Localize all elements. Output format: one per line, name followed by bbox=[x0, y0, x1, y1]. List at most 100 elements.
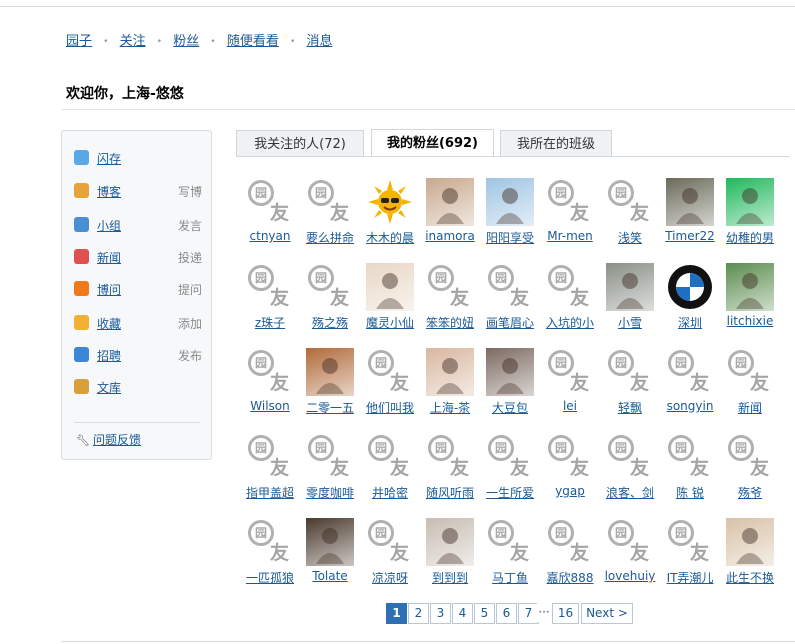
page-link[interactable]: 3 bbox=[430, 603, 451, 624]
nav-fensi[interactable]: 粉丝 bbox=[173, 34, 199, 49]
user-avatar-photo[interactable] bbox=[366, 263, 414, 311]
follower-name-link[interactable]: 凉凉呀 bbox=[362, 569, 418, 586]
follower-name-link[interactable]: 阳阳享受 bbox=[482, 229, 538, 246]
default-avatar[interactable]: 园友 bbox=[666, 518, 714, 566]
page-next-button[interactable]: Next > bbox=[581, 603, 633, 624]
follower-name-link[interactable]: 浪客、剑 bbox=[602, 484, 658, 501]
default-avatar[interactable]: 园友 bbox=[726, 348, 774, 396]
default-avatar[interactable]: 园友 bbox=[366, 433, 414, 481]
user-avatar-photo[interactable] bbox=[486, 178, 534, 226]
default-avatar[interactable]: 园友 bbox=[366, 348, 414, 396]
default-avatar[interactable]: 园友 bbox=[606, 178, 654, 226]
user-avatar-photo[interactable] bbox=[486, 348, 534, 396]
default-avatar[interactable]: 园友 bbox=[726, 433, 774, 481]
sidebar-item-action[interactable]: 添加 bbox=[178, 315, 202, 332]
default-avatar[interactable]: 园友 bbox=[246, 518, 294, 566]
user-avatar-photo[interactable] bbox=[426, 178, 474, 226]
follower-name-link[interactable]: 笨笨的妞 bbox=[422, 314, 478, 331]
follower-name-link[interactable]: 到到到 bbox=[422, 569, 478, 586]
default-avatar[interactable]: 园友 bbox=[306, 433, 354, 481]
follower-name-link[interactable]: 二零一五 bbox=[302, 399, 358, 416]
page-last[interactable]: 16 bbox=[552, 603, 579, 624]
default-avatar[interactable]: 园友 bbox=[486, 518, 534, 566]
follower-name-link[interactable]: Timer22 bbox=[662, 229, 718, 243]
default-avatar[interactable]: 园友 bbox=[606, 433, 654, 481]
follower-name-link[interactable]: 零度咖啡 bbox=[302, 484, 358, 501]
follower-name-link[interactable]: 殇之殇 bbox=[302, 314, 358, 331]
default-avatar[interactable]: 园友 bbox=[306, 178, 354, 226]
default-avatar[interactable]: 园友 bbox=[246, 263, 294, 311]
sidebar-item-action[interactable]: 提问 bbox=[178, 281, 202, 298]
follower-name-link[interactable]: Mr-men bbox=[542, 229, 598, 243]
tab-following[interactable]: 我关注的人(72) bbox=[236, 130, 364, 156]
default-avatar[interactable]: 园友 bbox=[546, 348, 594, 396]
follower-name-link[interactable]: 入坑的小 bbox=[542, 314, 598, 331]
sidebar-item-action[interactable]: 发言 bbox=[178, 217, 202, 234]
user-avatar-photo[interactable] bbox=[306, 348, 354, 396]
default-avatar[interactable]: 园友 bbox=[486, 433, 534, 481]
page-link[interactable]: 7 bbox=[518, 603, 539, 624]
default-avatar[interactable]: 园友 bbox=[246, 433, 294, 481]
default-avatar[interactable]: 园友 bbox=[606, 348, 654, 396]
nav-xiaoxi[interactable]: 消息 bbox=[306, 34, 332, 49]
follower-name-link[interactable]: z珠子 bbox=[242, 314, 298, 331]
follower-name-link[interactable]: 新闻 bbox=[722, 399, 778, 416]
sidebar-item-label[interactable]: 新闻 bbox=[97, 249, 121, 266]
follower-name-link[interactable]: Tolate bbox=[302, 569, 358, 583]
follower-name-link[interactable]: 嘉欣888 bbox=[542, 569, 598, 586]
follower-name-link[interactable]: 大豆包 bbox=[482, 399, 538, 416]
follower-name-link[interactable]: 此生不换 bbox=[722, 569, 778, 586]
sidebar-item-label[interactable]: 闪存 bbox=[97, 150, 121, 167]
default-avatar[interactable]: 园友 bbox=[546, 518, 594, 566]
user-avatar-photo[interactable] bbox=[726, 178, 774, 226]
default-avatar[interactable]: 园友 bbox=[246, 178, 294, 226]
avatar-bmw-logo[interactable] bbox=[666, 263, 714, 311]
follower-name-link[interactable]: 他们叫我 bbox=[362, 399, 418, 416]
default-avatar[interactable]: 园友 bbox=[246, 348, 294, 396]
follower-name-link[interactable]: Wilson bbox=[242, 399, 298, 413]
sidebar-item-label[interactable]: 小组 bbox=[97, 217, 121, 234]
follower-name-link[interactable]: IT弄潮儿 bbox=[662, 569, 718, 586]
nav-guanzhu[interactable]: 关注 bbox=[120, 34, 146, 49]
follower-name-link[interactable]: lovehuiy bbox=[602, 569, 658, 583]
user-avatar-photo[interactable] bbox=[726, 518, 774, 566]
follower-name-link[interactable]: inamora bbox=[422, 229, 478, 243]
nav-suibian[interactable]: 随便看看 bbox=[227, 34, 279, 49]
follower-name-link[interactable]: 木木的晨 bbox=[362, 229, 418, 246]
page-link[interactable]: 2 bbox=[408, 603, 429, 624]
user-avatar-photo[interactable] bbox=[606, 263, 654, 311]
follower-name-link[interactable]: ygap bbox=[542, 484, 598, 498]
feedback-link[interactable]: 🔧︎ 问题反馈 bbox=[76, 431, 141, 448]
follower-name-link[interactable]: 轻飘 bbox=[602, 399, 658, 416]
default-avatar[interactable]: 园友 bbox=[666, 348, 714, 396]
follower-name-link[interactable]: 陈 锐 bbox=[662, 484, 718, 501]
follower-name-link[interactable]: litchixie bbox=[722, 314, 778, 328]
user-avatar-photo[interactable] bbox=[306, 518, 354, 566]
follower-name-link[interactable]: songyin bbox=[662, 399, 718, 413]
nav-yuanzi[interactable]: 园子 bbox=[66, 34, 92, 49]
page-link[interactable]: 5 bbox=[474, 603, 495, 624]
default-avatar[interactable]: 园友 bbox=[666, 433, 714, 481]
follower-name-link[interactable]: 一匹孤狼 bbox=[242, 569, 298, 586]
default-avatar[interactable]: 园友 bbox=[366, 518, 414, 566]
user-avatar-photo[interactable] bbox=[726, 263, 774, 311]
sidebar-item-label[interactable]: 博问 bbox=[97, 281, 121, 298]
follower-name-link[interactable]: 画笔眉心 bbox=[482, 314, 538, 331]
follower-name-link[interactable]: 殇爷 bbox=[722, 484, 778, 501]
default-avatar[interactable]: 园友 bbox=[606, 518, 654, 566]
follower-name-link[interactable]: 深圳 bbox=[662, 314, 718, 331]
default-avatar[interactable]: 园友 bbox=[426, 433, 474, 481]
user-avatar-photo[interactable] bbox=[426, 518, 474, 566]
avatar-sun-image[interactable] bbox=[366, 178, 414, 226]
follower-name-link[interactable]: 要么拼命 bbox=[302, 229, 358, 246]
default-avatar[interactable]: 园友 bbox=[426, 263, 474, 311]
sidebar-item-label[interactable]: 文库 bbox=[97, 379, 121, 396]
default-avatar[interactable]: 园友 bbox=[546, 263, 594, 311]
sidebar-item-action[interactable]: 发布 bbox=[178, 347, 202, 364]
sidebar-item-label[interactable]: 收藏 bbox=[97, 315, 121, 332]
follower-name-link[interactable]: 指甲盖超 bbox=[242, 484, 298, 501]
follower-name-link[interactable]: 浅笑 bbox=[602, 229, 658, 246]
follower-name-link[interactable]: 上海-茶 bbox=[422, 399, 478, 416]
follower-name-link[interactable]: 魔灵小仙 bbox=[362, 314, 418, 331]
user-avatar-photo[interactable] bbox=[666, 178, 714, 226]
